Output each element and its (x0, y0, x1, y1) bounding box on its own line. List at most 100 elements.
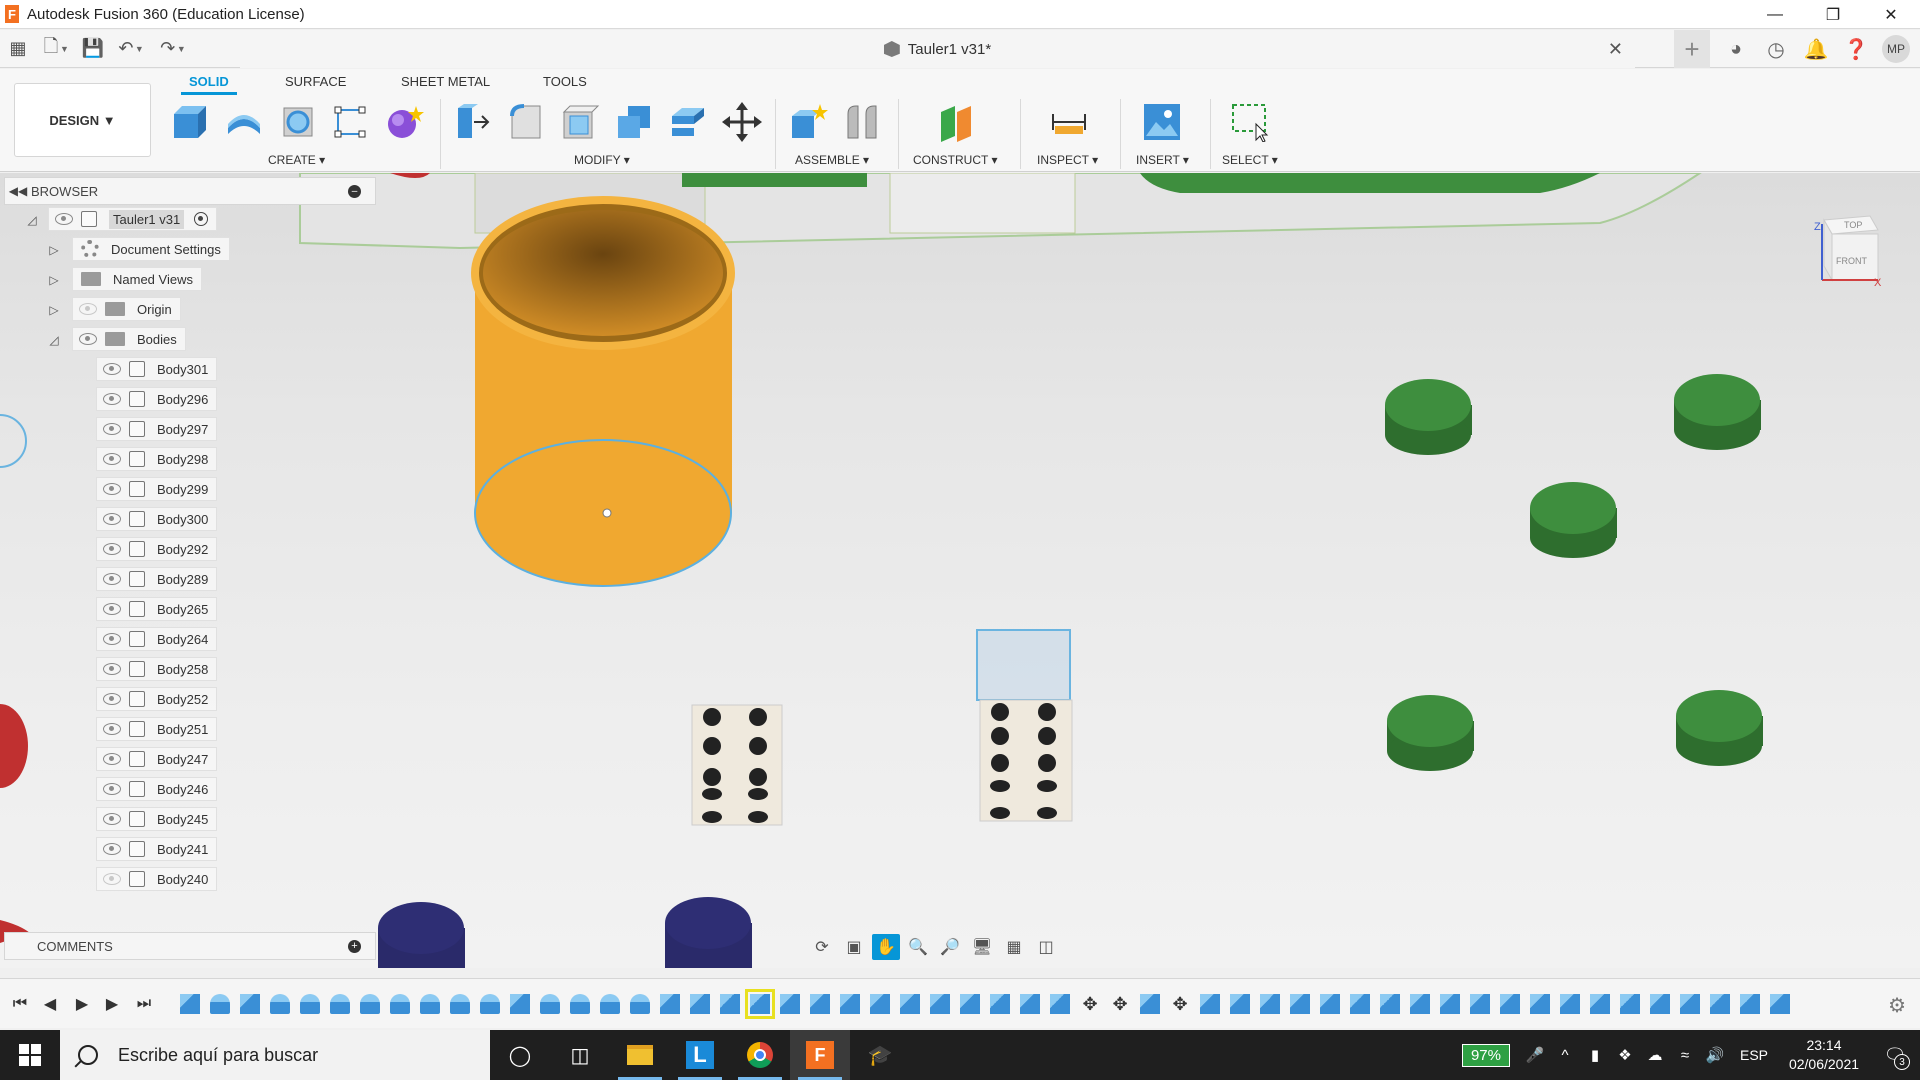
timeline-body-feature-icon[interactable] (810, 994, 830, 1014)
view-cube[interactable]: TOP FRONT Z X (1812, 208, 1882, 288)
inspect-menu[interactable]: INSPECT ▾ (1037, 153, 1098, 167)
display-settings-icon[interactable]: 🖥 (968, 934, 996, 960)
show-hidden-icons-chevron-icon[interactable]: ^ (1550, 1047, 1580, 1064)
die[interactable] (691, 704, 783, 826)
timeline-body-feature-icon[interactable] (1230, 994, 1250, 1014)
browser-body-item[interactable]: Body297 (96, 417, 218, 441)
timeline-next-icon[interactable]: ▶ (100, 993, 124, 1015)
green-token[interactable] (1387, 695, 1474, 771)
wifi-icon[interactable]: ≈ (1670, 1047, 1700, 1064)
select-menu[interactable]: SELECT ▾ (1222, 153, 1278, 167)
file-explorer-icon[interactable] (610, 1030, 670, 1080)
visibility-eye-icon[interactable] (103, 603, 121, 615)
fusion360-taskbar-icon[interactable]: F (790, 1030, 850, 1080)
timeline-body-feature-icon[interactable] (1590, 994, 1610, 1014)
visibility-eye-icon[interactable] (103, 843, 121, 855)
timeline-move-feature-icon[interactable]: ✥ (1080, 994, 1100, 1014)
timeline-extrude-feature-icon[interactable] (570, 994, 590, 1014)
action-center-icon[interactable]: 🗨 3 (1870, 1030, 1920, 1080)
modify-menu[interactable]: MODIFY ▾ (574, 153, 630, 167)
visibility-eye-icon[interactable] (103, 543, 121, 555)
browser-body-item[interactable]: Body258 (96, 657, 218, 681)
browser-body-item[interactable]: Body241 (96, 837, 218, 861)
timeline-start-icon[interactable]: ⏮ (8, 993, 32, 1015)
timeline-body-feature-icon[interactable] (180, 994, 200, 1014)
viewports-icon[interactable]: ◫ (1032, 934, 1060, 960)
insert-menu[interactable]: INSERT ▾ (1136, 153, 1189, 167)
timeline-body-feature-icon[interactable] (240, 994, 260, 1014)
timeline-body-feature-icon[interactable] (900, 994, 920, 1014)
timeline-play-icon[interactable]: ▶ (70, 993, 94, 1015)
viewcube-top-label[interactable]: TOP (1844, 220, 1862, 230)
timeline-extrude-feature-icon[interactable] (630, 994, 650, 1014)
chrome-icon[interactable] (730, 1030, 790, 1080)
shell-icon[interactable] (560, 102, 600, 142)
joint-icon[interactable] (842, 102, 882, 142)
browser-body-item[interactable]: Body251 (96, 717, 218, 741)
new-component-icon[interactable] (170, 102, 210, 142)
timeline-body-feature-icon[interactable] (1740, 994, 1760, 1014)
visibility-eye-icon[interactable] (103, 423, 121, 435)
press-pull-icon[interactable] (452, 102, 492, 142)
viewcube-front-label[interactable]: FRONT (1836, 256, 1867, 266)
selection-box-icon[interactable] (1230, 102, 1270, 142)
timeline-body-feature-icon[interactable] (1350, 994, 1370, 1014)
volume-icon[interactable]: 🔊 (1700, 1046, 1730, 1064)
timeline-body-feature-icon[interactable] (1290, 994, 1310, 1014)
visibility-eye-icon[interactable] (103, 573, 121, 585)
browser-body-item[interactable]: Body289 (96, 567, 218, 591)
timeline-body-feature-icon[interactable] (990, 994, 1010, 1014)
browser-body-item[interactable]: Body292 (96, 537, 218, 561)
assemble-menu[interactable]: ASSEMBLE ▾ (795, 153, 869, 167)
timeline-body-feature-icon[interactable] (870, 994, 890, 1014)
zoom-icon[interactable]: 🔍 (904, 934, 932, 960)
notifications-bell-icon[interactable]: 🔔 (1802, 35, 1830, 63)
extensions-icon[interactable]: ◕ (1722, 35, 1750, 63)
timeline-body-feature-icon[interactable] (1260, 994, 1280, 1014)
visibility-eye-icon[interactable] (79, 303, 97, 315)
timeline-body-feature-icon[interactable] (930, 994, 950, 1014)
insert-image-icon[interactable] (1142, 102, 1182, 142)
document-tab[interactable]: Tauler1 v31* ✕ (240, 30, 1635, 68)
offset-plane-icon[interactable] (937, 102, 977, 142)
visibility-eye-icon[interactable] (103, 873, 121, 885)
tree-toggle-icon[interactable]: ◿ (46, 332, 62, 348)
timeline-body-feature-icon[interactable] (1440, 994, 1460, 1014)
browser-body-item[interactable]: Body245 (96, 807, 218, 831)
timeline-body-feature-icon[interactable] (1680, 994, 1700, 1014)
visibility-eye-icon[interactable] (103, 813, 121, 825)
browser-folder-named-views[interactable]: Named Views (72, 267, 202, 291)
minimize-button[interactable]: — (1746, 0, 1804, 29)
timeline-body-feature-icon[interactable] (1470, 994, 1490, 1014)
green-token[interactable] (1530, 482, 1617, 558)
grid-snaps-icon[interactable]: ▦ (1000, 934, 1028, 960)
timeline-extrude-feature-icon[interactable] (330, 994, 350, 1014)
browser-body-item[interactable]: Body296 (96, 387, 218, 411)
browser-body-item[interactable]: Body301 (96, 357, 218, 381)
visibility-eye-icon[interactable] (103, 633, 121, 645)
timeline-extrude-feature-icon[interactable] (600, 994, 620, 1014)
browser-body-item[interactable]: Body265 (96, 597, 218, 621)
browser-body-item[interactable]: Body298 (96, 447, 218, 471)
visibility-eye-icon[interactable] (103, 663, 121, 675)
timeline-body-feature-icon[interactable] (1650, 994, 1670, 1014)
tree-toggle-icon[interactable]: ▷ (46, 242, 62, 258)
timeline-body-feature-icon[interactable] (780, 994, 800, 1014)
tab-surface[interactable]: SURFACE (285, 74, 346, 89)
data-panel-grid-icon[interactable]: ▦ (3, 34, 33, 64)
battery-indicator[interactable]: 97% (1461, 1043, 1510, 1067)
visibility-eye-icon[interactable] (103, 483, 121, 495)
input-language[interactable]: ESP (1740, 1047, 1768, 1063)
timeline-extrude-feature-icon[interactable] (210, 994, 230, 1014)
timeline-body-feature-icon[interactable] (660, 994, 680, 1014)
timeline-body-feature-icon[interactable] (1710, 994, 1730, 1014)
look-at-icon[interactable]: ▣ (840, 934, 868, 960)
close-document-icon[interactable]: ✕ (1608, 39, 1623, 60)
navy-token[interactable] (665, 897, 752, 968)
visibility-eye-icon[interactable] (103, 513, 121, 525)
visibility-eye-icon[interactable] (103, 783, 121, 795)
combine-icon[interactable] (614, 102, 654, 142)
tree-toggle-icon[interactable]: ▷ (46, 302, 62, 318)
dropbox-icon[interactable]: ❖ (1610, 1046, 1640, 1064)
die[interactable] (979, 699, 1073, 822)
